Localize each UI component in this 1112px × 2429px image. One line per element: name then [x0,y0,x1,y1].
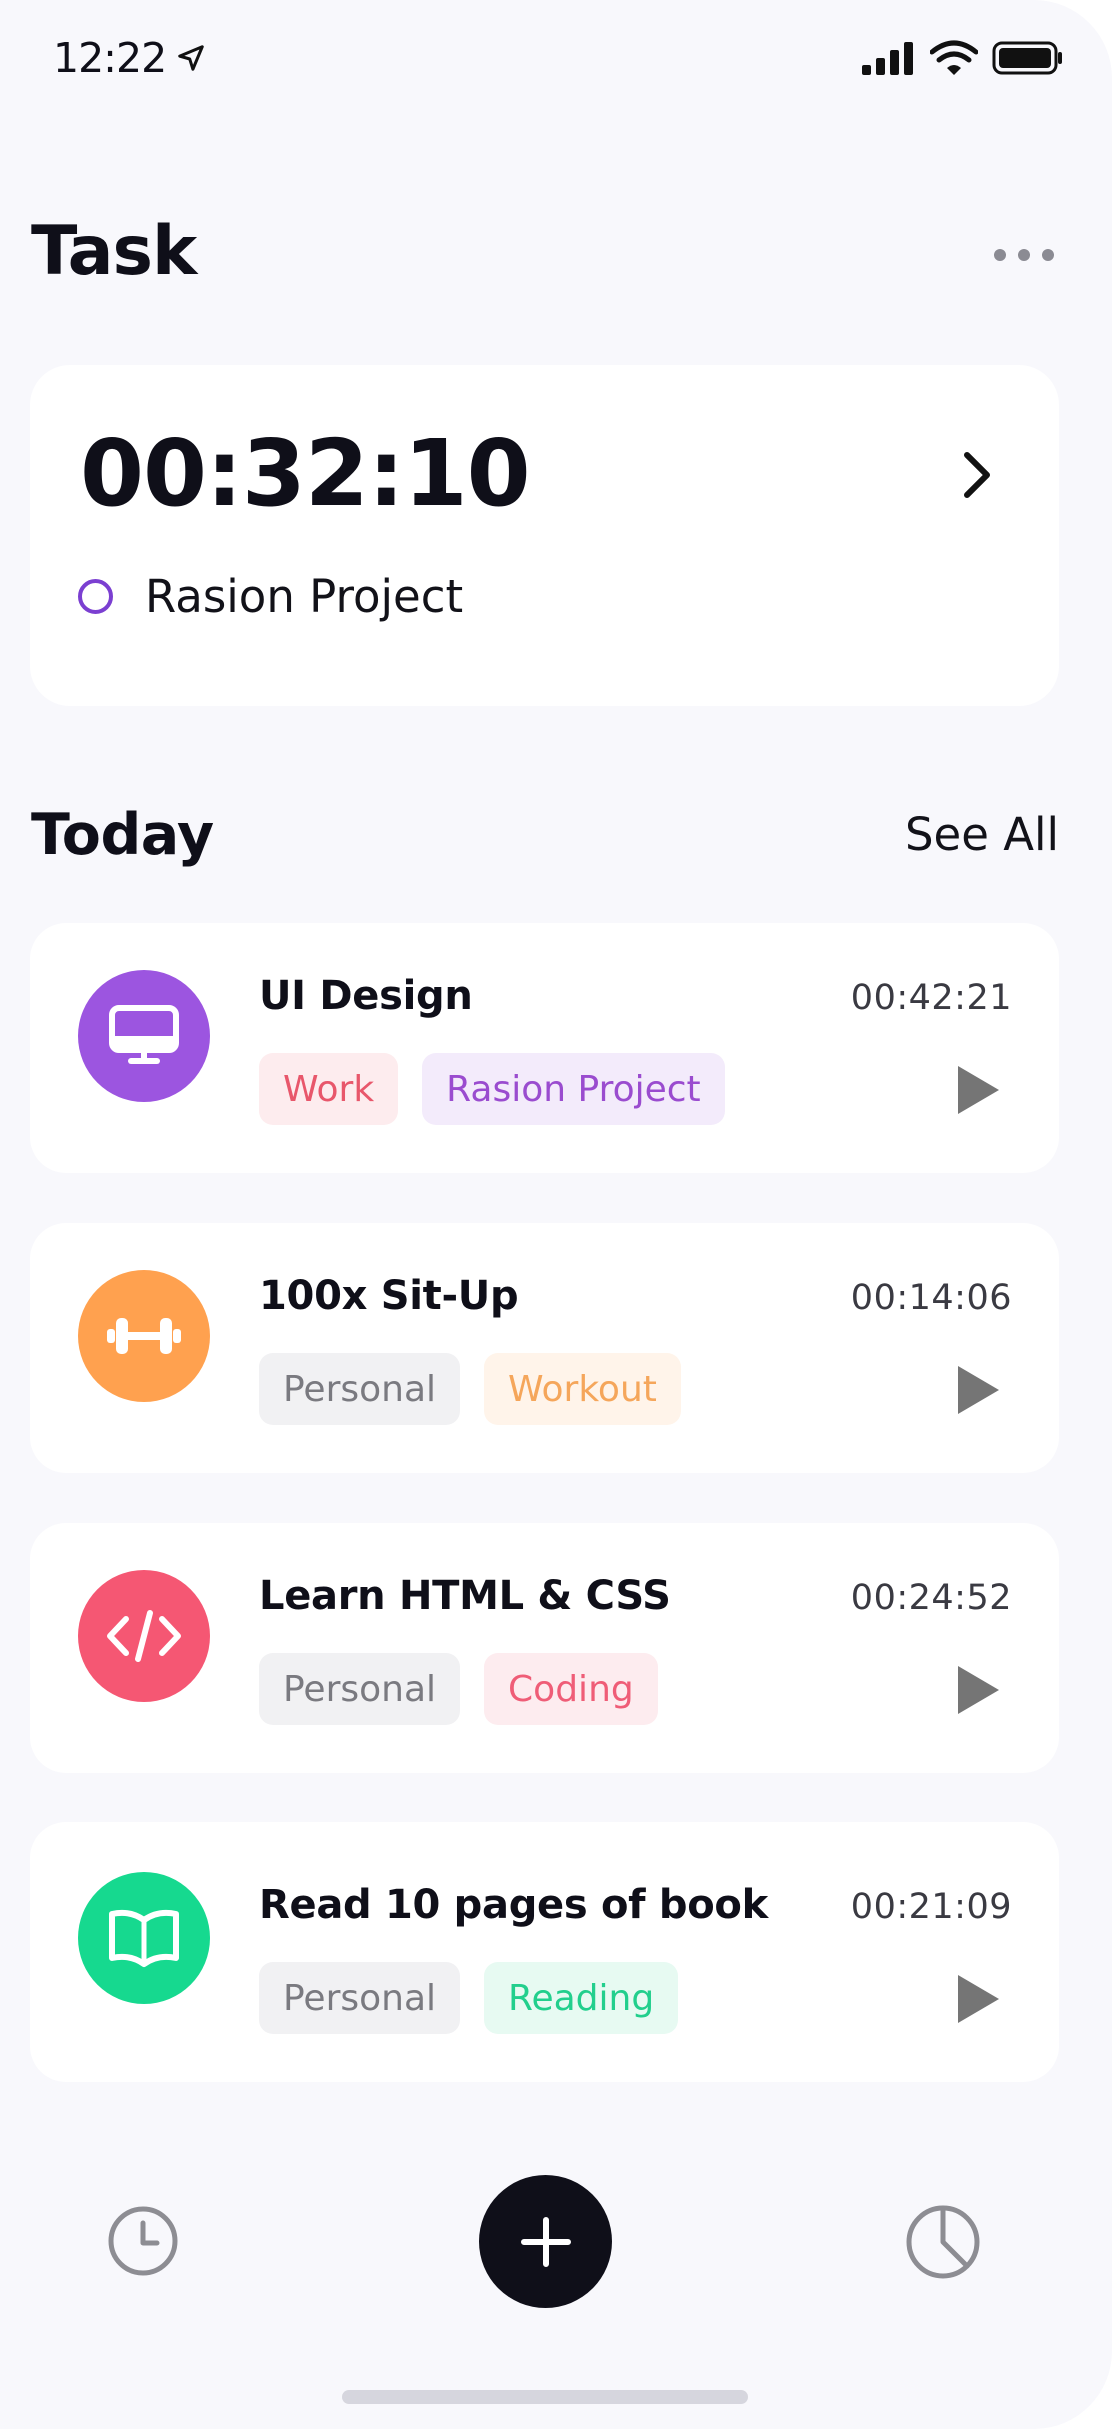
task-tags: Personal Coding [259,1653,658,1725]
task-title: 100x Sit-Up [259,1273,519,1319]
active-timer-card[interactable]: 00:32:10 Rasion Project [30,365,1059,706]
task-title: UI Design [259,973,473,1019]
more-dot [1042,249,1054,261]
monitor-icon [109,1005,179,1064]
home-indicator [342,2390,748,2404]
chevron-right-icon[interactable] [957,447,997,503]
task-title: Read 10 pages of book [259,1882,768,1928]
clock-icon[interactable] [107,2205,179,2277]
location-arrow-icon [178,45,204,71]
task-elapsed-time: 00:14:06 [850,1278,1012,1318]
task-card[interactable]: Read 10 pages of book 00:21:09 Personal … [30,1822,1059,2082]
task-tags: Personal Reading [259,1962,679,2034]
task-card[interactable]: Learn HTML & CSS 00:24:52 Personal Codin… [30,1523,1059,1773]
tag-badge: Workout [484,1353,681,1425]
task-elapsed-time: 00:42:21 [850,978,1012,1018]
task-tags: Work Rasion Project [259,1053,725,1125]
tag-badge: Coding [484,1653,658,1725]
tag-badge: Personal [259,1653,461,1725]
task-elapsed-time: 00:21:09 [850,1887,1012,1927]
more-dot [994,249,1006,261]
more-options-button[interactable] [994,240,1054,270]
play-icon[interactable] [954,1363,1002,1417]
timer-value: 00:32:10 [80,420,531,527]
project-color-dot [78,579,113,614]
task-avatar [78,1872,210,2004]
task-avatar [78,970,210,1102]
more-dot [1018,249,1030,261]
battery-icon [992,41,1062,75]
task-avatar [78,1270,210,1402]
status-time-label: 12:22 [53,34,167,82]
wifi-icon [930,40,978,75]
task-title: Learn HTML & CSS [259,1573,671,1619]
book-icon [109,1909,179,1967]
phone-screen: 12:22 Task 00:32:10 Rasion Project Today… [0,0,1112,2429]
add-task-button[interactable] [479,2175,612,2308]
code-icon [107,1610,181,1662]
status-bar-time: 12:22 [53,34,206,82]
timer-project-label: Rasion Project [145,570,464,623]
timer-project: Rasion Project [78,570,463,623]
dumbbell-icon [107,1318,181,1354]
section-title-today: Today [31,802,214,868]
tag-badge: Personal [259,1962,461,2034]
tag-badge: Rasion Project [422,1053,725,1125]
tag-badge: Work [259,1053,399,1125]
page-title: Task [31,212,197,291]
add-icon [520,2216,571,2267]
pie-chart-icon[interactable] [904,2203,982,2281]
task-avatar [78,1570,210,1702]
play-icon[interactable] [954,1663,1002,1717]
play-icon[interactable] [954,1972,1002,2026]
task-elapsed-time: 00:24:52 [850,1578,1012,1618]
task-tags: Personal Workout [259,1353,681,1425]
task-card[interactable]: UI Design 00:42:21 Work Rasion Project [30,923,1059,1173]
signal-icon [862,42,913,75]
tag-badge: Personal [259,1353,461,1425]
tag-badge: Reading [484,1962,679,2034]
task-card[interactable]: 100x Sit-Up 00:14:06 Personal Workout [30,1223,1059,1473]
play-icon[interactable] [954,1063,1002,1117]
see-all-link[interactable]: See All [905,808,1059,861]
status-bar-indicators [862,40,1064,76]
